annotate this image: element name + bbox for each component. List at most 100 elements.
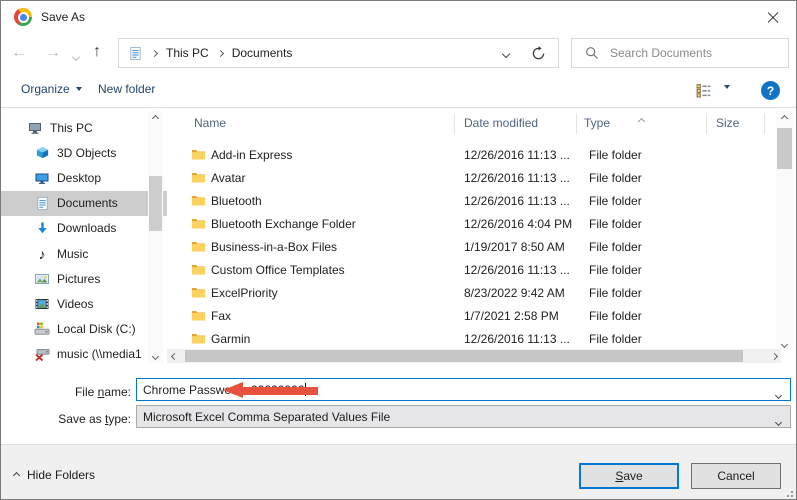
music-note-icon: ♪ xyxy=(34,246,50,262)
forward-icon[interactable]: → xyxy=(45,43,61,63)
save-button[interactable]: Save xyxy=(579,463,679,489)
folder-icon xyxy=(191,308,206,326)
footer-bar: Hide Folders Save Cancel xyxy=(1,444,796,500)
desktop-icon xyxy=(34,170,50,186)
breadcrumb-item-documents[interactable]: Documents xyxy=(232,46,293,60)
column-header-date-modified[interactable]: Date modified xyxy=(464,116,538,130)
save-as-type-label: Save as type: xyxy=(1,412,131,426)
sidebar-item-this-pc[interactable]: This PC xyxy=(1,115,167,140)
view-options-dropdown[interactable] xyxy=(724,89,730,103)
save-as-type-value: Microsoft Excel Comma Separated Values F… xyxy=(143,410,390,424)
sidebar-item-desktop[interactable]: Desktop xyxy=(1,165,167,190)
chevron-down-icon[interactable] xyxy=(776,414,781,428)
sidebar-scrollbar[interactable] xyxy=(148,111,163,363)
scroll-up-icon[interactable] xyxy=(776,111,793,125)
column-headers: Name Date modified Type Size xyxy=(184,108,776,139)
scroll-down-icon[interactable] xyxy=(148,349,163,363)
cancel-button[interactable]: Cancel xyxy=(691,463,781,489)
table-row[interactable]: Bluetooth Exchange Folder12/26/2016 4:04… xyxy=(184,212,776,235)
scroll-up-icon[interactable] xyxy=(148,111,163,125)
save-as-type-select[interactable]: Microsoft Excel Comma Separated Values F… xyxy=(136,405,791,428)
sidebar-item-documents[interactable]: Documents xyxy=(1,191,167,216)
chevron-down-icon[interactable] xyxy=(776,387,781,401)
new-folder-label: New folder xyxy=(98,82,155,96)
organize-label: Organize xyxy=(21,82,70,96)
new-folder-button[interactable]: New folder xyxy=(98,82,155,96)
address-dropdown-icon[interactable] xyxy=(503,46,509,60)
search-icon xyxy=(585,46,599,60)
sidebar-item-videos[interactable]: Videos xyxy=(1,291,167,316)
table-row[interactable]: Garmin12/26/2016 11:13 ...File folder xyxy=(184,327,776,349)
sidebar-item-pictures[interactable]: Pictures xyxy=(1,266,167,291)
resize-grip[interactable] xyxy=(784,488,793,497)
picture-icon xyxy=(34,271,50,287)
up-directory-icon[interactable]: ↑ xyxy=(93,42,101,62)
file-name-value: Chrome Passwords 20220906 xyxy=(143,383,304,397)
sidebar-item-3d-objects[interactable]: 3D Objects xyxy=(1,140,167,165)
back-icon[interactable]: ← xyxy=(11,43,27,63)
hard-drive-icon xyxy=(34,321,50,337)
document-icon xyxy=(34,195,50,211)
chevron-up-icon xyxy=(13,471,20,478)
scroll-left-icon[interactable] xyxy=(167,349,181,363)
details-view-button[interactable] xyxy=(695,82,712,102)
refresh-icon xyxy=(531,46,546,61)
table-row[interactable]: ExcelPriority8/23/2022 9:42 AMFile folde… xyxy=(184,281,776,304)
organize-menu[interactable]: Organize xyxy=(21,82,82,96)
video-icon xyxy=(34,296,50,312)
cube-icon xyxy=(34,145,50,161)
table-row[interactable]: Fax1/7/2021 2:58 PMFile folder xyxy=(184,304,776,327)
sidebar-item-local-disk-c[interactable]: Local Disk (C:) xyxy=(1,317,167,342)
folder-icon xyxy=(191,147,206,165)
sidebar-item-music-network-drive[interactable]: music (\\media1 xyxy=(1,342,167,364)
folder-icon xyxy=(191,331,206,349)
history-dropdown-icon[interactable] xyxy=(73,49,79,63)
chevron-down-icon xyxy=(724,85,730,103)
chrome-logo-icon xyxy=(14,8,32,26)
breadcrumb[interactable]: This PC Documents xyxy=(118,38,520,68)
sidebar-item-music[interactable]: ♪ Music xyxy=(1,241,167,266)
scrollbar-thumb[interactable] xyxy=(777,128,792,169)
download-arrow-icon xyxy=(34,220,50,236)
file-rows: Add-in Express12/26/2016 11:13 ...File f… xyxy=(184,143,776,349)
table-row[interactable]: Bluetooth12/26/2016 11:13 ...File folder xyxy=(184,189,776,212)
folder-location-icon xyxy=(127,45,143,61)
column-header-type[interactable]: Type xyxy=(584,116,610,130)
folder-icon xyxy=(191,170,206,188)
title-bar: Save As xyxy=(1,1,796,33)
computer-icon xyxy=(27,120,43,136)
save-as-dialog: Save As ← → ↑ This PC Documents Organ xyxy=(0,0,797,500)
navigation-bar: ← → ↑ This PC Documents xyxy=(1,33,796,73)
command-toolbar: Organize New folder ? xyxy=(1,73,796,108)
column-header-name[interactable]: Name xyxy=(194,116,226,130)
table-row[interactable]: Custom Office Templates12/26/2016 11:13 … xyxy=(184,258,776,281)
file-name-label: File name: xyxy=(1,385,131,399)
sort-ascending-icon xyxy=(639,113,644,127)
breadcrumb-item-this-pc[interactable]: This PC xyxy=(166,46,209,60)
folder-icon xyxy=(191,262,206,280)
column-header-size[interactable]: Size xyxy=(716,116,739,130)
disconnected-network-drive-icon xyxy=(34,346,50,362)
file-list: Name Date modified Type Size Add-in Expr… xyxy=(184,108,776,364)
file-name-input[interactable]: Chrome Passwords 20220906 xyxy=(136,378,791,401)
table-row[interactable]: Avatar12/26/2016 11:13 ...File folder xyxy=(184,166,776,189)
hide-folders-button[interactable]: Hide Folders xyxy=(14,468,95,482)
details-view-icon xyxy=(695,82,712,99)
text-cursor xyxy=(305,383,306,396)
table-row[interactable]: Business-in-a-Box Files1/19/2017 8:50 AM… xyxy=(184,235,776,258)
table-row[interactable]: Add-in Express12/26/2016 11:13 ...File f… xyxy=(184,143,776,166)
folder-icon xyxy=(191,193,206,211)
search-input[interactable] xyxy=(610,46,770,60)
help-button[interactable]: ? xyxy=(761,81,780,100)
list-horizontal-scrollbar[interactable] xyxy=(167,349,781,363)
close-icon xyxy=(767,11,779,23)
scroll-right-icon[interactable] xyxy=(767,349,781,363)
scrollbar-thumb[interactable] xyxy=(185,350,743,362)
refresh-button[interactable] xyxy=(519,38,559,68)
chevron-down-icon xyxy=(76,87,82,91)
scrollbar-thumb[interactable] xyxy=(149,176,162,231)
list-vertical-scrollbar[interactable] xyxy=(776,111,793,351)
close-button[interactable] xyxy=(750,1,796,33)
folder-icon xyxy=(191,239,206,257)
sidebar-item-downloads[interactable]: Downloads xyxy=(1,216,167,241)
